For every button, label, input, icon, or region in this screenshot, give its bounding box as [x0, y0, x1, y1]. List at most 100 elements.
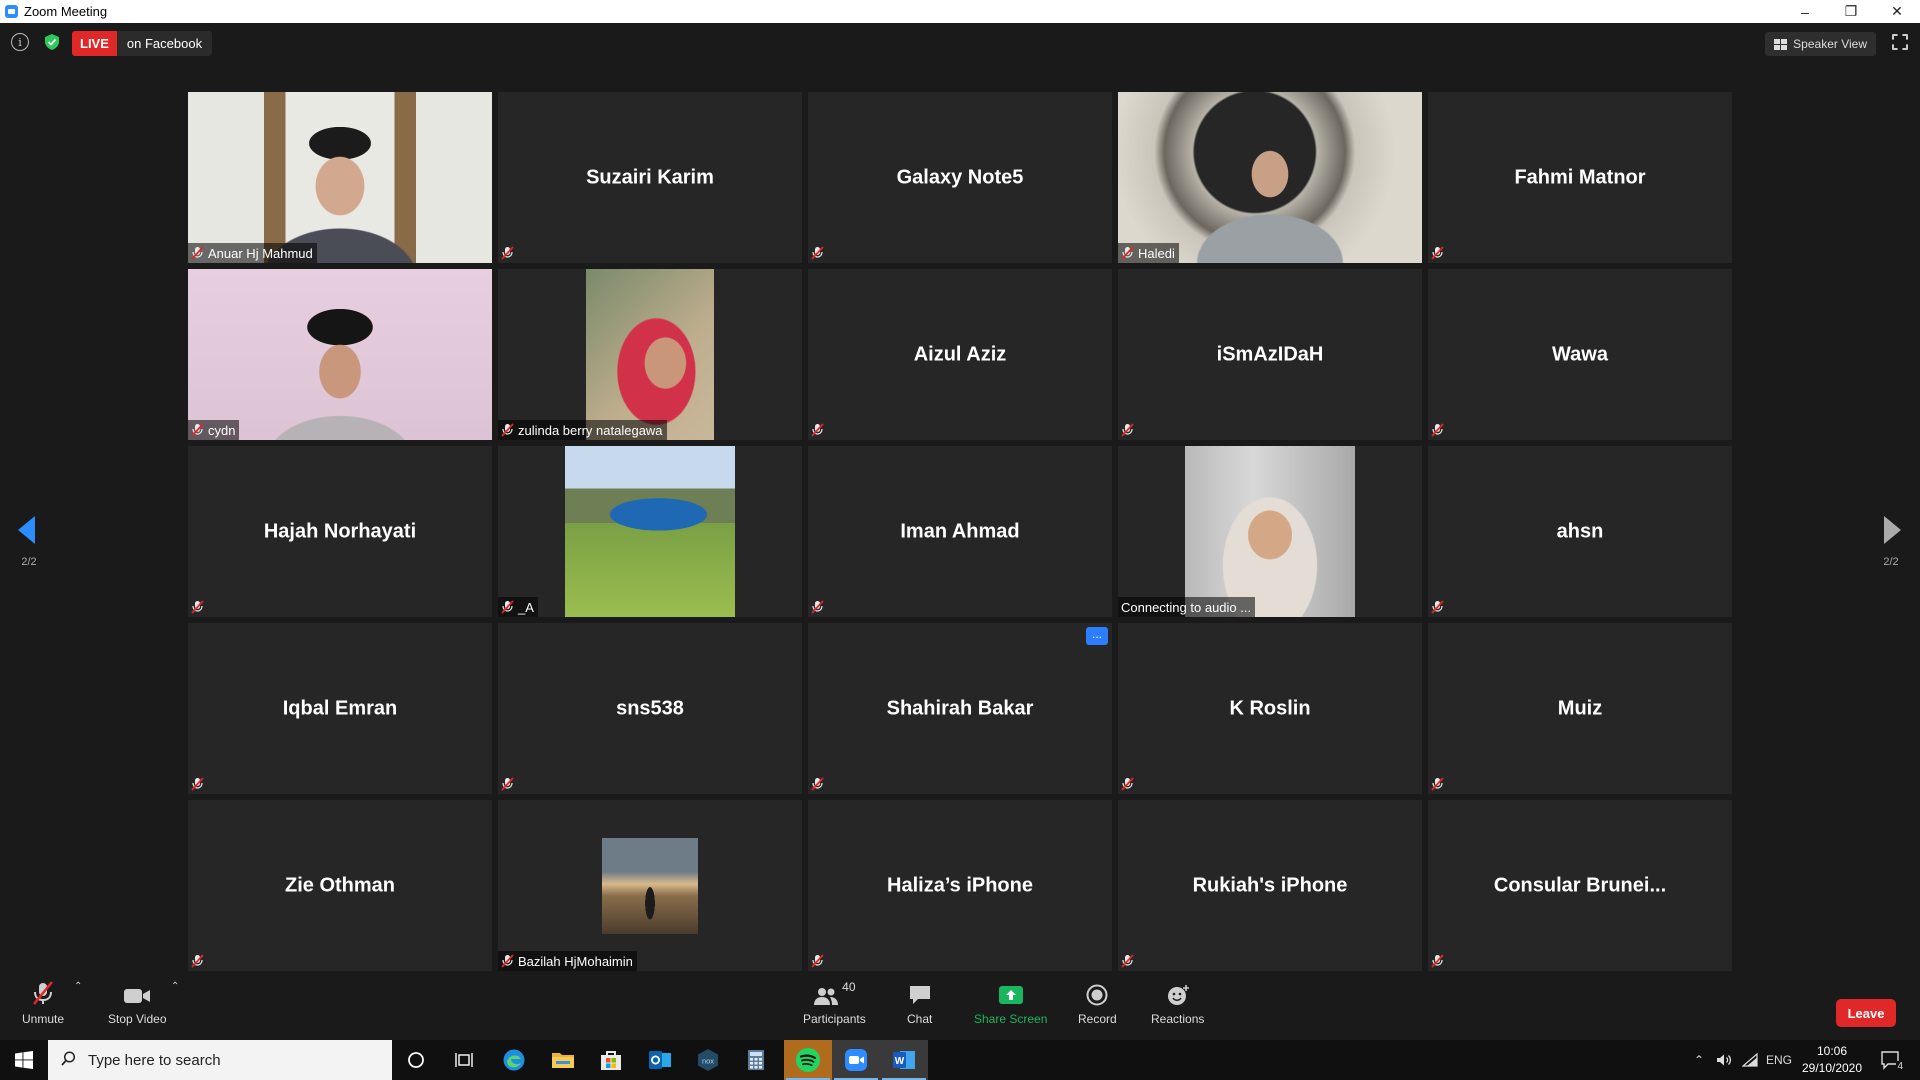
participant-name-label: Bazilah HjMohaimin	[518, 953, 633, 969]
wifi-icon[interactable]	[1740, 1040, 1760, 1080]
muted-mic-icon	[191, 777, 204, 791]
stop-video-button[interactable]: Stop Video	[108, 980, 167, 1026]
stop-video-label: Stop Video	[108, 1012, 167, 1026]
video-camera-icon	[123, 980, 151, 1006]
unmute-button[interactable]: Unmute	[22, 980, 64, 1026]
participant-tile[interactable]: Anuar Hj Mahmud	[188, 92, 492, 263]
participant-tile[interactable]: Consular Brunei...	[1428, 800, 1732, 971]
live-stream-badge[interactable]: LIVE on Facebook	[72, 31, 213, 56]
taskbar-search-box[interactable]: Type here to search	[48, 1040, 392, 1080]
reactions-button[interactable]: Reactions	[1151, 980, 1204, 1026]
record-label: Record	[1078, 1012, 1117, 1026]
participant-tile[interactable]: _A	[498, 446, 802, 617]
participant-tile[interactable]: Hajah Norhayati	[188, 446, 492, 617]
word-icon[interactable]: W	[880, 1040, 928, 1080]
speaker-volume-icon[interactable]	[1714, 1040, 1734, 1080]
notifications-icon[interactable]: 4	[1876, 1040, 1906, 1080]
participants-count: 40	[842, 980, 856, 994]
show-hidden-icons-caret-icon[interactable]: ⌃	[1692, 1040, 1706, 1080]
nox-player-icon[interactable]: nox	[684, 1040, 732, 1080]
participant-tile[interactable]: Iman Ahmad	[808, 446, 1112, 617]
muted-mic-icon	[1431, 600, 1444, 614]
participant-video-feed	[1118, 92, 1422, 263]
participant-tile[interactable]: iSmAzIDaH	[1118, 269, 1422, 440]
microsoft-store-icon[interactable]	[587, 1040, 635, 1080]
participant-video-feed	[188, 269, 492, 440]
unmute-label: Unmute	[22, 1012, 65, 1026]
restore-icon[interactable]: ❐	[1828, 0, 1874, 23]
participant-name: Wawa	[1552, 343, 1608, 365]
share-screen-button[interactable]: Share Screen	[974, 980, 1047, 1026]
participant-tile[interactable]: Connecting to audio ...	[1118, 446, 1422, 617]
info-icon[interactable]: i	[11, 33, 29, 51]
participant-tile[interactable]: Aizul Aziz	[808, 269, 1112, 440]
zoom-app-icon	[5, 5, 18, 18]
next-page-arrow-icon[interactable]	[1884, 516, 1901, 544]
participant-tile[interactable]: Galaxy Note5	[808, 92, 1112, 263]
participant-tile[interactable]: sns538	[498, 623, 802, 794]
outlook-icon[interactable]	[636, 1040, 684, 1080]
muted-mic-icon	[191, 954, 204, 968]
participant-tile[interactable]: Zie Othman	[188, 800, 492, 971]
spotify-icon[interactable]	[784, 1040, 832, 1080]
windows-start-icon[interactable]	[0, 1040, 48, 1080]
record-button[interactable]: Record	[1078, 980, 1117, 1026]
participant-name-label: Haledi	[1138, 245, 1175, 261]
participant-tile[interactable]: cydn	[188, 269, 492, 440]
fullscreen-icon[interactable]	[1892, 34, 1908, 50]
participant-tile[interactable]: zulinda berry natalegawa	[498, 269, 802, 440]
participant-video-feed	[602, 838, 698, 934]
speaker-view-label: Speaker View	[1793, 37, 1867, 51]
page-indicator-right: 2/2	[1883, 556, 1899, 568]
participant-name: ahsn	[1556, 520, 1604, 542]
task-view-icon[interactable]	[440, 1040, 488, 1080]
muted-mic-icon	[191, 600, 204, 614]
file-explorer-icon[interactable]	[539, 1040, 587, 1080]
participant-tile[interactable]: Iqbal Emran	[188, 623, 492, 794]
input-language[interactable]: ENG	[1764, 1040, 1794, 1080]
participant-video-feed	[1185, 446, 1355, 617]
muted-mic-icon	[811, 423, 824, 437]
audio-options-caret-icon[interactable]: ⌃	[74, 981, 82, 992]
cortana-icon[interactable]	[392, 1040, 440, 1080]
video-options-caret-icon[interactable]: ⌃	[171, 981, 179, 992]
taskbar-clock[interactable]: 10:06 29/10/2020	[1796, 1043, 1868, 1077]
search-icon	[61, 1050, 76, 1070]
participant-name-tag: Anuar Hj Mahmud	[188, 243, 317, 263]
previous-page-arrow-icon[interactable]	[18, 516, 35, 544]
zoom-taskbar-icon[interactable]	[832, 1040, 880, 1080]
window-titlebar: Zoom Meeting – ❐ ✕	[0, 0, 1920, 23]
participant-tile[interactable]: Muiz	[1428, 623, 1732, 794]
participant-tile[interactable]: K Roslin	[1118, 623, 1422, 794]
participant-tile[interactable]: Rukiah's iPhone	[1118, 800, 1422, 971]
participant-name: K Roslin	[1229, 697, 1311, 719]
participant-name-label: zulinda berry natalegawa	[518, 422, 663, 438]
participants-button[interactable]: 40 Participants	[803, 980, 866, 1026]
speaker-view-button[interactable]: Speaker View	[1765, 32, 1876, 56]
search-placeholder: Type here to search	[88, 1051, 221, 1069]
more-options-button[interactable]: ...	[1086, 627, 1108, 645]
participant-tile[interactable]: Haliza’s iPhone	[808, 800, 1112, 971]
participant-name: sns538	[616, 697, 684, 719]
participant-tile[interactable]: ahsn	[1428, 446, 1732, 617]
close-icon[interactable]: ✕	[1874, 0, 1920, 23]
chat-button[interactable]: Chat	[907, 980, 932, 1026]
share-screen-icon	[998, 980, 1024, 1006]
participant-tile[interactable]: Suzairi Karim	[498, 92, 802, 263]
calculator-icon[interactable]	[732, 1040, 780, 1080]
muted-mic-icon	[1431, 954, 1444, 968]
participant-name-label: cydn	[208, 422, 236, 438]
participant-tile[interactable]: Fahmi Matnor	[1428, 92, 1732, 263]
participant-tile[interactable]: Wawa	[1428, 269, 1732, 440]
live-destination: on Facebook	[126, 36, 203, 51]
edge-browser-icon[interactable]	[490, 1040, 538, 1080]
shield-icon[interactable]	[43, 33, 61, 51]
minimize-icon[interactable]: –	[1782, 0, 1828, 23]
participant-name: Haliza’s iPhone	[887, 874, 1033, 896]
participant-video-feed	[586, 269, 714, 440]
leave-meeting-button[interactable]: Leave	[1836, 999, 1896, 1027]
participant-tile[interactable]: Haledi	[1118, 92, 1422, 263]
meeting-area: i LIVE on Facebook Speaker View 2/2 2/2 …	[0, 23, 1920, 975]
participant-tile[interactable]: Shahirah Bakar...	[808, 623, 1112, 794]
participant-tile[interactable]: Bazilah HjMohaimin	[498, 800, 802, 971]
